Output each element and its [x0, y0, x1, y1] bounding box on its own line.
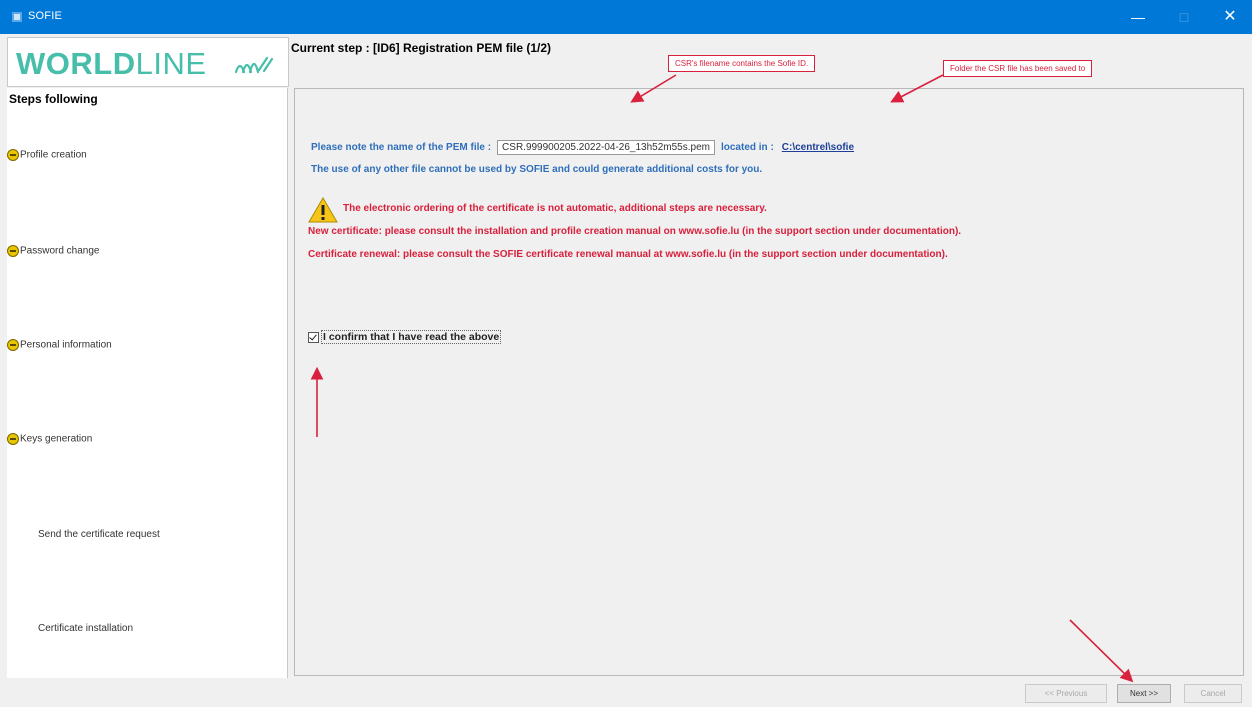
cancel-button[interactable]: Cancel	[1184, 684, 1242, 703]
title-bar: SOFIE — □ ✕	[0, 0, 1252, 34]
sidebar-title: Steps following	[9, 92, 98, 106]
next-button[interactable]: Next >>	[1117, 684, 1171, 703]
pem-prefix-label: Please note the name of the PEM file :	[311, 142, 492, 153]
logo-panel: WORLDLINE	[7, 37, 289, 87]
folder-link[interactable]: C:\centrel\sofie	[782, 142, 854, 153]
pem-file-line: Please note the name of the PEM file : CS…	[311, 140, 854, 155]
checkbox-checked-icon[interactable]	[308, 331, 319, 343]
step-certificate-installation: Certificate installation	[38, 623, 134, 634]
step-keys-generation: Keys generation	[7, 433, 92, 445]
warning-message: The electronic ordering of the certifica…	[343, 203, 767, 214]
maximize-button[interactable]: □	[1161, 0, 1207, 34]
filename-callout: CSR's filename contains the Sofie ID.	[668, 55, 816, 72]
step-password-change: Password change	[7, 245, 100, 257]
step-done-icon	[7, 149, 19, 161]
step-send-certificate-request: Send the certificate request	[38, 529, 160, 540]
folder-callout: Folder the CSR file has been saved to	[943, 60, 1093, 77]
step-done-icon	[7, 339, 19, 351]
step-personal-information: Personal information	[7, 339, 112, 351]
steps-sidebar: Steps following Profile creation Passwor…	[7, 88, 288, 678]
pem-filename-field[interactable]: CSR.999900205.2022-04-26_13h52m55s.pem	[497, 140, 715, 155]
confirm-checkbox[interactable]: I confirm that I have read the above	[308, 330, 502, 345]
step-done-icon	[7, 245, 19, 257]
file-use-notice: The use of any other file cannot be used…	[311, 164, 763, 175]
window-title: SOFIE	[28, 10, 63, 22]
step-profile-creation: Profile creation	[7, 149, 87, 161]
close-button[interactable]: ✕	[1207, 0, 1252, 34]
confirm-label: I confirm that I have read the above	[321, 330, 502, 345]
located-in-label: located in :	[720, 142, 774, 153]
certificate-renewal-notice: Certificate renewal: please consult the …	[308, 249, 948, 260]
warning-icon	[308, 197, 338, 223]
previous-button[interactable]: << Previous	[1025, 684, 1107, 703]
app-icon	[12, 12, 22, 22]
worldline-waves-icon	[234, 56, 274, 74]
current-step-label: Current step : [ID6] Registration PEM fi…	[291, 41, 552, 55]
minimize-button[interactable]: —	[1115, 0, 1161, 34]
main-panel: Please note the name of the PEM file : CS…	[294, 88, 1244, 676]
new-certificate-notice: New certificate: please consult the inst…	[308, 226, 962, 237]
step-done-icon	[7, 433, 19, 445]
button-bar: << Previous Next >> Cancel	[7, 678, 1245, 704]
worldline-logo: WORLDLINE	[16, 46, 207, 81]
